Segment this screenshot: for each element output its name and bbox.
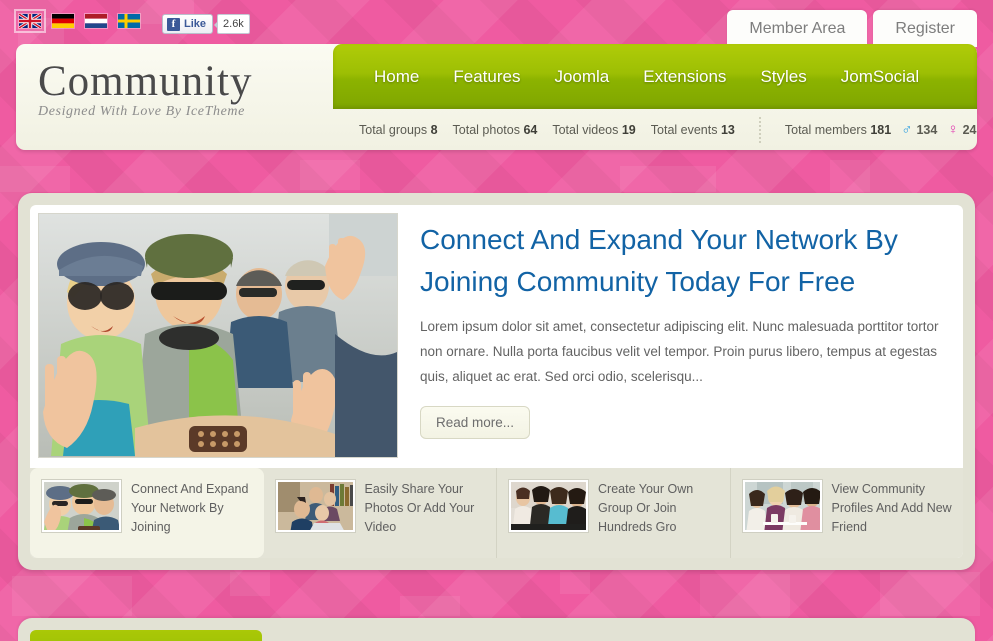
nav-item-joomla[interactable]: Joomla xyxy=(537,61,626,93)
stat-photos-value: 64 xyxy=(523,122,538,137)
stat-male-value: 134 xyxy=(916,122,938,137)
site-header: Community Designed With Love By IceTheme… xyxy=(16,44,977,150)
slide-thumbnail-strip: Connect And Expand Your Network By Joini… xyxy=(30,468,963,558)
hero-description: Lorem ipsum dolor sit amet, consectetur … xyxy=(420,319,939,384)
hero-image[interactable] xyxy=(38,213,398,458)
facebook-logo-icon: f xyxy=(167,17,180,31)
member-stats-group: Total members 181 ♂ 134 ♀ 24 xyxy=(761,121,977,138)
hero-slide: Connect And Expand Your Network By Joini… xyxy=(38,213,963,465)
page-root: f Like 2.6k Member Area Register Communi… xyxy=(0,0,993,641)
stat-videos-label: Total videos xyxy=(552,122,619,137)
list-item-label: Create Your Own Group Or Join Hundreds G… xyxy=(598,482,694,534)
hero-title[interactable]: Connect And Expand Your Network By Joini… xyxy=(420,219,963,303)
logo-tagline: Designed With Love By IceTheme xyxy=(38,104,245,119)
list-item[interactable]: View Community Profiles And Add New Frie… xyxy=(731,468,964,558)
secondary-panel xyxy=(18,618,975,641)
register-label: Register xyxy=(895,19,955,37)
stat-photos-label: Total photos xyxy=(452,122,520,137)
thumbnail-image-3 xyxy=(509,480,588,532)
nav-item-jomsocial[interactable]: JomSocial xyxy=(824,61,936,93)
featured-panel-inner: Connect And Expand Your Network By Joini… xyxy=(30,205,963,558)
list-item[interactable]: Easily Share Your Photos Or Add Your Vid… xyxy=(264,468,497,558)
stat-members-label: Total members xyxy=(784,122,867,137)
flag-se-icon[interactable] xyxy=(117,13,141,29)
stat-female-value: 24 xyxy=(962,122,977,137)
stat-groups-value: 8 xyxy=(430,122,438,137)
logo-title: Community xyxy=(38,58,253,105)
hero-text-block: Connect And Expand Your Network By Joini… xyxy=(420,219,963,439)
facebook-like-button[interactable]: f Like xyxy=(162,14,214,34)
member-area-label: Member Area xyxy=(749,19,846,37)
male-symbol-icon: ♂ xyxy=(901,121,913,138)
facebook-like-count: 2.6k xyxy=(214,14,250,34)
facebook-like-widget[interactable]: f Like 2.6k xyxy=(162,14,250,34)
list-item-label: View Community Profiles And Add New Frie… xyxy=(831,482,952,534)
stat-videos-value: 19 xyxy=(621,122,636,137)
stat-photos: Total photos 64 xyxy=(453,123,538,137)
secondary-panel-tab[interactable] xyxy=(30,630,262,641)
thumbnail-image-2 xyxy=(275,480,355,532)
nav-item-home[interactable]: Home xyxy=(357,61,436,93)
stat-events: Total events 13 xyxy=(651,123,735,137)
thumbnail-image-1 xyxy=(42,480,121,532)
stat-female: ♀ 24 xyxy=(947,121,976,138)
community-stats-bar: Total groups 8 Total photos 64 Total vid… xyxy=(333,109,977,150)
stat-groups: Total groups 8 xyxy=(359,123,438,137)
account-tabs: Member Area Register xyxy=(727,10,977,47)
list-item[interactable]: Create Your Own Group Or Join Hundreds G… xyxy=(497,468,731,558)
flag-nl-icon[interactable] xyxy=(84,13,108,29)
stat-members-value: 181 xyxy=(870,122,892,137)
nav-item-features[interactable]: Features xyxy=(436,61,537,93)
nav-item-styles[interactable]: Styles xyxy=(743,61,823,93)
site-logo[interactable]: Community Designed With Love By IceTheme xyxy=(38,56,252,120)
stat-events-label: Total events xyxy=(650,122,718,137)
thumbnail-image-4 xyxy=(742,480,822,532)
flag-de-icon[interactable] xyxy=(51,13,75,29)
read-more-button[interactable]: Read more... xyxy=(420,406,531,439)
top-bar: f Like 2.6k Member Area Register xyxy=(0,0,993,47)
facebook-like-label: Like xyxy=(184,18,207,30)
stat-male: ♂ 134 xyxy=(901,121,937,138)
stat-groups-label: Total groups xyxy=(359,122,428,137)
content-stats-group: Total groups 8 Total photos 64 Total vid… xyxy=(333,123,735,137)
female-symbol-icon: ♀ xyxy=(947,121,959,138)
list-item-label: Connect And Expand Your Network By Joini… xyxy=(131,482,249,534)
register-tab[interactable]: Register xyxy=(873,10,977,47)
stat-videos: Total videos 19 xyxy=(552,123,635,137)
list-item-label: Easily Share Your Photos Or Add Your Vid… xyxy=(364,482,475,534)
featured-panel: Connect And Expand Your Network By Joini… xyxy=(18,193,975,570)
flag-uk-icon[interactable] xyxy=(14,9,46,33)
member-area-tab[interactable]: Member Area xyxy=(727,10,868,47)
stat-events-value: 13 xyxy=(720,122,735,137)
language-flag-list xyxy=(14,9,141,33)
stat-members: Total members 181 xyxy=(785,123,891,137)
main-navigation: Home Features Joomla Extensions Styles J… xyxy=(333,44,977,109)
list-item[interactable]: Connect And Expand Your Network By Joini… xyxy=(30,468,264,558)
nav-item-extensions[interactable]: Extensions xyxy=(626,61,743,93)
